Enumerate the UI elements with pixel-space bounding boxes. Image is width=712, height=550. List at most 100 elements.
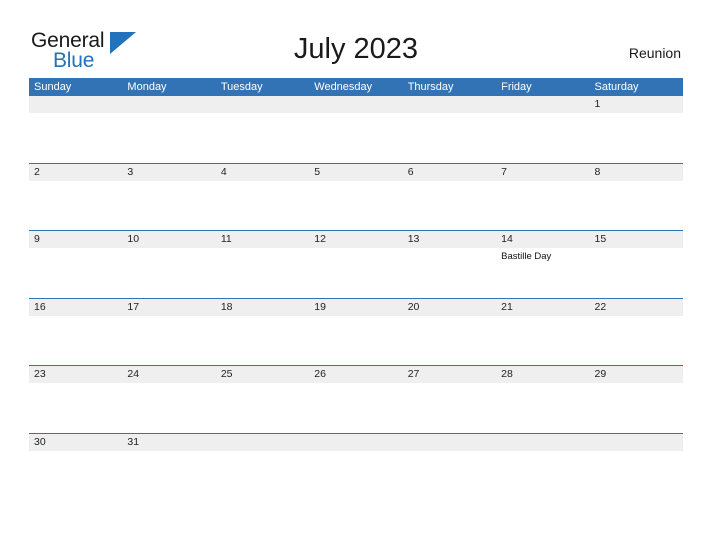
day-cell-empty [590,434,683,501]
day-cell[interactable]: 12 [309,231,402,298]
day-cell-empty [403,96,496,163]
day-cell-empty [29,96,122,163]
calendar-week-row: 2 3 4 5 6 7 8 [29,162,683,231]
day-number: 19 [314,300,326,313]
day-number: 10 [127,233,140,246]
day-cell[interactable]: 11 [216,231,309,298]
day-cell[interactable]: 3 [122,164,215,231]
day-number: 17 [127,300,140,313]
weekday-header-monday: Monday [127,81,167,93]
day-cell[interactable]: 4 [216,164,309,231]
day-number: 18 [220,300,233,313]
day-number [34,96,122,113]
day-number [408,434,496,451]
weekday-header-row: Sunday Monday Tuesday Wednesday Thursday Frid… [29,78,683,96]
day-number [314,96,402,113]
day-number [314,434,402,451]
day-number [221,96,309,113]
day-number: 13 [407,233,420,246]
day-cell[interactable]: 7 [496,164,589,231]
day-cell[interactable]: 18 [216,299,309,366]
weekday-header-thursday: Thursday [407,81,454,93]
calendar-week-row: 1 [29,96,683,163]
day-number: 11 [220,233,232,246]
day-number: 2 [34,165,40,178]
day-number: 15 [594,233,607,246]
weekday-header-tuesday: Tuesday [220,81,263,93]
week-cells: 1 [29,96,683,163]
day-cell[interactable]: 29 [590,366,683,433]
day-number: 27 [407,368,420,381]
day-number: 7 [501,165,507,178]
day-number: 4 [220,165,227,178]
week-cells: 30 31 [29,434,683,501]
day-cell-empty [496,96,589,163]
day-cell-empty [403,434,496,501]
day-number: 3 [127,165,134,178]
day-number [408,96,496,113]
day-cell[interactable]: 22 [590,299,683,366]
calendar-week-row: 9 10 11 12 13 14 Bastille Day 15 [29,230,683,298]
day-cell[interactable]: 10 [122,231,215,298]
day-cell[interactable]: 16 [29,299,122,366]
day-cell[interactable]: 20 [403,299,496,366]
day-number: 8 [594,165,601,178]
day-cell[interactable]: 23 [29,366,122,433]
day-cell[interactable]: 15 [590,231,683,298]
region-label: Reunion [628,45,681,61]
day-cell[interactable]: 26 [309,366,402,433]
day-number [595,434,683,451]
event-label: Bastille Day [501,251,552,263]
day-number [501,96,589,113]
week-cells: 23 24 25 26 27 28 29 [29,366,683,433]
day-cell[interactable]: 19 [309,299,402,366]
day-cell[interactable]: 28 [496,366,589,433]
day-number: 1 [594,98,601,110]
day-number: 22 [594,300,607,313]
day-cell-empty [122,96,215,163]
day-number: 21 [501,300,513,313]
day-number: 30 [34,435,46,448]
day-cell[interactable]: 21 [496,299,589,366]
day-cell[interactable]: 2 [29,164,122,231]
day-number: 23 [34,368,46,381]
day-cell-empty [309,96,402,163]
day-number: 20 [407,300,420,313]
day-cell[interactable]: 5 [309,164,402,231]
week-cells: 16 17 18 19 20 21 22 [29,299,683,366]
day-cell[interactable]: 17 [122,299,215,366]
day-cell[interactable]: 27 [403,366,496,433]
day-number: 12 [314,233,326,246]
day-number [221,434,309,451]
day-number: 6 [407,165,414,178]
day-number: 29 [594,368,607,381]
day-number: 16 [34,300,46,313]
week-cells: 9 10 11 12 13 14 Bastille Day 15 [29,231,683,298]
day-cell[interactable]: 24 [122,366,215,433]
day-number [501,434,589,451]
calendar-grid: Sunday Monday Tuesday Wednesday Thursday Frid… [29,78,683,501]
day-cell[interactable]: 31 [122,434,215,501]
day-cell[interactable]: 6 [403,164,496,231]
week-cells: 2 3 4 5 6 7 8 [29,164,683,231]
calendar-weeks: 1 2 3 4 5 6 7 8 9 10 11 12 13 14 Bastille Day 15 16 17 18 1… [29,96,683,501]
day-cell-empty [216,96,309,163]
day-cell[interactable]: 1 [590,96,683,163]
day-cell-empty [216,434,309,501]
weekday-header-saturday: Saturday [594,81,639,93]
calendar-week-row: 30 31 [29,432,683,501]
day-number: 9 [34,233,40,246]
weekday-header-sunday: Sunday [34,81,72,93]
day-cell[interactable]: 14 Bastille Day [496,231,589,298]
day-number [127,96,215,113]
day-cell[interactable]: 13 [403,231,496,298]
day-number: 31 [127,435,140,448]
weekday-header-friday: Friday [501,81,532,93]
day-number: 28 [501,368,513,381]
day-events: Bastille Day [501,248,589,263]
day-cell[interactable]: 30 [29,434,122,501]
day-cell[interactable]: 8 [590,164,683,231]
day-cell[interactable]: 25 [216,366,309,433]
calendar-week-row: 23 24 25 26 27 28 29 [29,365,683,433]
day-cell[interactable]: 9 [29,231,122,298]
